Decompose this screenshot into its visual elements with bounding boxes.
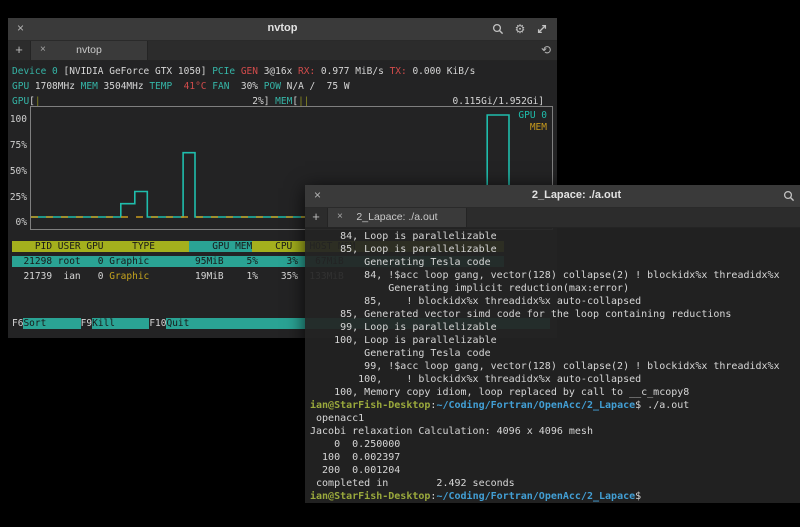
y-tick: 0% (8, 217, 27, 229)
expand-icon[interactable] (535, 22, 549, 36)
new-tab-button[interactable]: + (305, 208, 328, 227)
terminal-line: 85, ! blockidx%x threadidx%x auto-collap… (310, 295, 800, 308)
terminal-line: 85, Loop is parallelizable (310, 243, 800, 256)
terminal-line: 99, Loop is parallelizable (310, 321, 800, 334)
new-tab-button[interactable]: + (8, 41, 31, 60)
lapace-window: × 2_Lapace: ./a.out ⚙ + × 2_Lapace: ./a.… (305, 185, 800, 503)
terminal-line: completed in 2.492 seconds (310, 477, 800, 490)
terminal-line: 100, Memory copy idiom, loop replaced by… (310, 386, 800, 399)
terminal-line: 100, Loop is parallelizable (310, 334, 800, 347)
terminal-line: Jacobi relaxation Calculation: 4096 x 40… (310, 425, 800, 438)
legend-mem: MEM (518, 122, 547, 134)
tab-nvtop[interactable]: × nvtop (30, 41, 148, 60)
terminal-line: 84, Loop is parallelizable (310, 230, 800, 243)
tab-lapace[interactable]: × 2_Lapace: ./a.out (327, 208, 467, 227)
device-info-line: Device 0 [NVIDIA GeForce GTX 1050] PCIe … (12, 64, 557, 79)
lapace-terminal[interactable]: 84, Loop is parallelizable 85, Loop is p… (305, 228, 800, 503)
window-title: 2_Lapace: ./a.out (305, 189, 800, 201)
y-tick: 25% (8, 192, 27, 204)
terminal-line: 99, !$acc loop gang, vector(128) collaps… (310, 360, 800, 373)
search-icon[interactable] (782, 189, 796, 203)
lapace-titlebar[interactable]: × 2_Lapace: ./a.out ⚙ (305, 185, 800, 208)
terminal-line: 85, Generated vector simd code for the l… (310, 308, 800, 321)
nvtop-titlebar[interactable]: × nvtop ⚙ (8, 18, 557, 41)
tab-label: nvtop (31, 44, 147, 56)
terminal-line: 84, !$acc loop gang, vector(128) collaps… (310, 269, 800, 282)
search-icon[interactable] (491, 22, 505, 36)
terminal-line: Generating implicit reduction(max:error) (310, 282, 800, 295)
desktop: × nvtop ⚙ + × nvtop ⟲ Device 0 [NVIDIA G… (0, 0, 800, 527)
nvtop-tabbar: + × nvtop ⟲ (8, 41, 557, 61)
terminal-line: Generating Tesla code (310, 347, 800, 360)
lapace-tabbar: + × 2_Lapace: ./a.out ⟲ (305, 208, 800, 228)
terminal-line: Generating Tesla code (310, 256, 800, 269)
y-tick: 100 (8, 114, 27, 126)
y-tick: 75% (8, 140, 27, 152)
history-icon[interactable]: ⟲ (541, 43, 551, 57)
terminal-line: 100 0.002397 (310, 451, 800, 464)
terminal-line: 0 0.250000 (310, 438, 800, 451)
terminal-line: openacc1 (310, 412, 800, 425)
terminal-line: 100, ! blockidx%x threadidx%x auto-colla… (310, 373, 800, 386)
clock-temp-line: GPU 1708MHz MEM 3504MHz TEMP 41°C FAN 30… (12, 79, 557, 94)
y-tick: 50% (8, 166, 27, 178)
terminal-line: 200 0.001204 (310, 464, 800, 477)
chart-legend: GPU 0 MEM (518, 110, 547, 134)
legend-gpu0: GPU 0 (518, 110, 547, 122)
gear-icon[interactable]: ⚙ (513, 22, 527, 36)
tab-label: 2_Lapace: ./a.out (328, 211, 466, 223)
window-title: nvtop (8, 22, 557, 34)
shell-prompt-line: ian@StarFish-Desktop:~/Coding/Fortran/Op… (310, 399, 800, 412)
shell-prompt-line: ian@StarFish-Desktop:~/Coding/Fortran/Op… (310, 490, 800, 503)
